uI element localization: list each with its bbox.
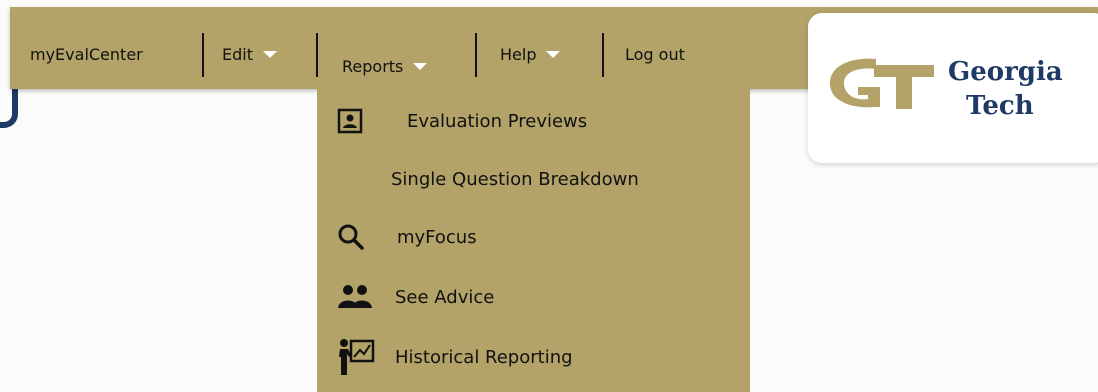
menu-item-label: Historical Reporting	[395, 346, 573, 368]
nav-reports-label: Reports	[342, 57, 404, 76]
nav-logout-label: Log out	[625, 45, 685, 64]
logo-line-tech: Tech	[966, 91, 1034, 121]
menu-item-historical-reporting[interactable]: Historical Reporting	[337, 337, 573, 377]
menu-item-myfocus[interactable]: myFocus	[337, 217, 477, 257]
presenter-chart-icon	[337, 339, 377, 375]
nav-reports[interactable]: Reports	[342, 57, 428, 76]
nav-separator	[475, 33, 477, 77]
menu-item-label: See Advice	[395, 286, 495, 308]
nav-help-label: Help	[500, 45, 537, 64]
nav-logout[interactable]: Log out	[625, 45, 685, 64]
nav-myevalcenter-label: myEvalCenter	[30, 45, 143, 64]
chevron-down-icon	[413, 63, 428, 70]
search-icon	[337, 219, 377, 255]
nav-separator	[202, 33, 204, 77]
nav-separator	[316, 33, 318, 77]
georgia-tech-logo[interactable]: Georgia Tech	[808, 13, 1098, 163]
menu-item-see-advice[interactable]: See Advice	[337, 277, 494, 317]
gt-mark-icon	[829, 58, 934, 109]
menu-item-label: Evaluation Previews	[407, 110, 588, 132]
people-icon	[337, 279, 377, 315]
nav-separator	[602, 33, 604, 77]
reports-dropdown-menu: Evaluation Previews Single Question Brea…	[317, 89, 750, 392]
menu-item-label: myFocus	[397, 226, 477, 248]
menu-item-evaluation-previews[interactable]: Evaluation Previews	[337, 101, 587, 141]
nav-myevalcenter[interactable]: myEvalCenter	[30, 45, 143, 64]
menu-item-single-question-breakdown[interactable]: Single Question Breakdown	[391, 159, 639, 199]
nav-edit[interactable]: Edit	[222, 45, 277, 64]
nav-edit-label: Edit	[222, 45, 253, 64]
chevron-down-icon	[262, 51, 277, 58]
chevron-down-icon	[546, 51, 561, 58]
menu-item-label: Single Question Breakdown	[391, 168, 639, 190]
person-card-icon	[337, 103, 377, 139]
nav-help[interactable]: Help	[500, 45, 561, 64]
logo-line-georgia: Georgia	[948, 57, 1063, 87]
